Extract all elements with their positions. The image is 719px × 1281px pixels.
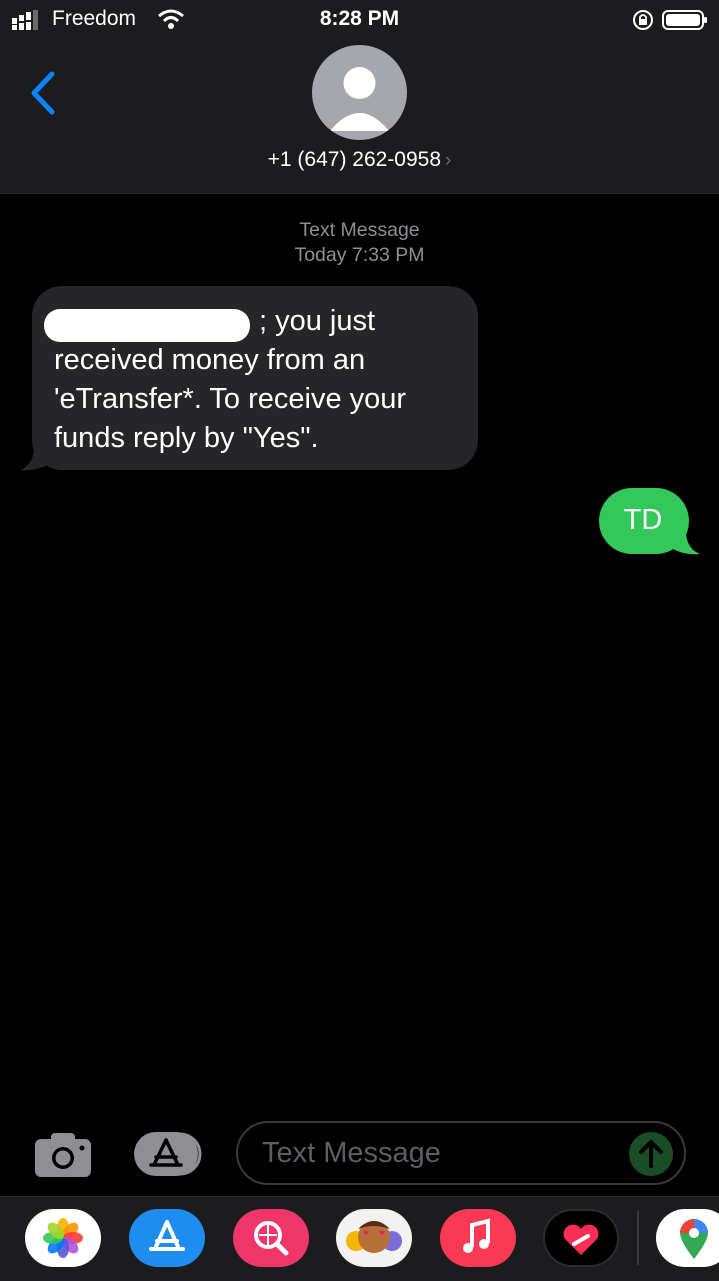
- contact-number[interactable]: +1 (647) 262-0958: [268, 148, 441, 171]
- incoming-message-text: ; you just received money from an 'eTran…: [54, 305, 407, 454]
- contact-name-row[interactable]: +1 (647) 262-0958 ›: [0, 148, 719, 172]
- imessage-app-dock: [0, 1196, 719, 1281]
- maps-icon[interactable]: [656, 1209, 719, 1267]
- clock: 8:28 PM: [319, 7, 400, 30]
- message-input[interactable]: Text Message: [236, 1121, 686, 1185]
- music-icon[interactable]: [440, 1209, 516, 1267]
- contact-avatar[interactable]: [312, 45, 407, 140]
- photos-icon[interactable]: [25, 1209, 101, 1267]
- back-chevron-icon[interactable]: [24, 68, 64, 118]
- outgoing-message-bubble[interactable]: TD: [599, 488, 689, 554]
- memoji-icon[interactable]: [336, 1209, 412, 1267]
- dock-divider: [637, 1211, 639, 1265]
- status-bar: Freedom 8:28 PM: [0, 0, 719, 40]
- nav-header: Freedom 8:28 PM +1 (647) 262-0958 ›: [0, 0, 719, 194]
- message-input-placeholder: Text Message: [262, 1137, 441, 1169]
- web-search-icon[interactable]: [233, 1209, 309, 1267]
- outgoing-message-text: TD: [623, 504, 663, 536]
- service-label: Text Message: [299, 219, 420, 241]
- message-meta: Text Message Today 7:33 PM: [0, 218, 719, 268]
- heart-app-icon[interactable]: [543, 1209, 619, 1267]
- send-arrow-icon[interactable]: [624, 1131, 678, 1177]
- message-timestamp: Today 7:33 PM: [294, 244, 425, 266]
- app-store-drawer-icon[interactable]: [132, 1131, 204, 1177]
- app-store-icon[interactable]: [129, 1209, 205, 1267]
- battery-icon: [662, 10, 707, 30]
- rotation-lock-icon: [633, 10, 653, 30]
- chevron-right-icon: ›: [445, 150, 452, 171]
- incoming-message-bubble[interactable]: ; you just received money from an 'eTran…: [32, 286, 478, 470]
- camera-icon[interactable]: [33, 1131, 93, 1179]
- person-icon: [330, 67, 389, 131]
